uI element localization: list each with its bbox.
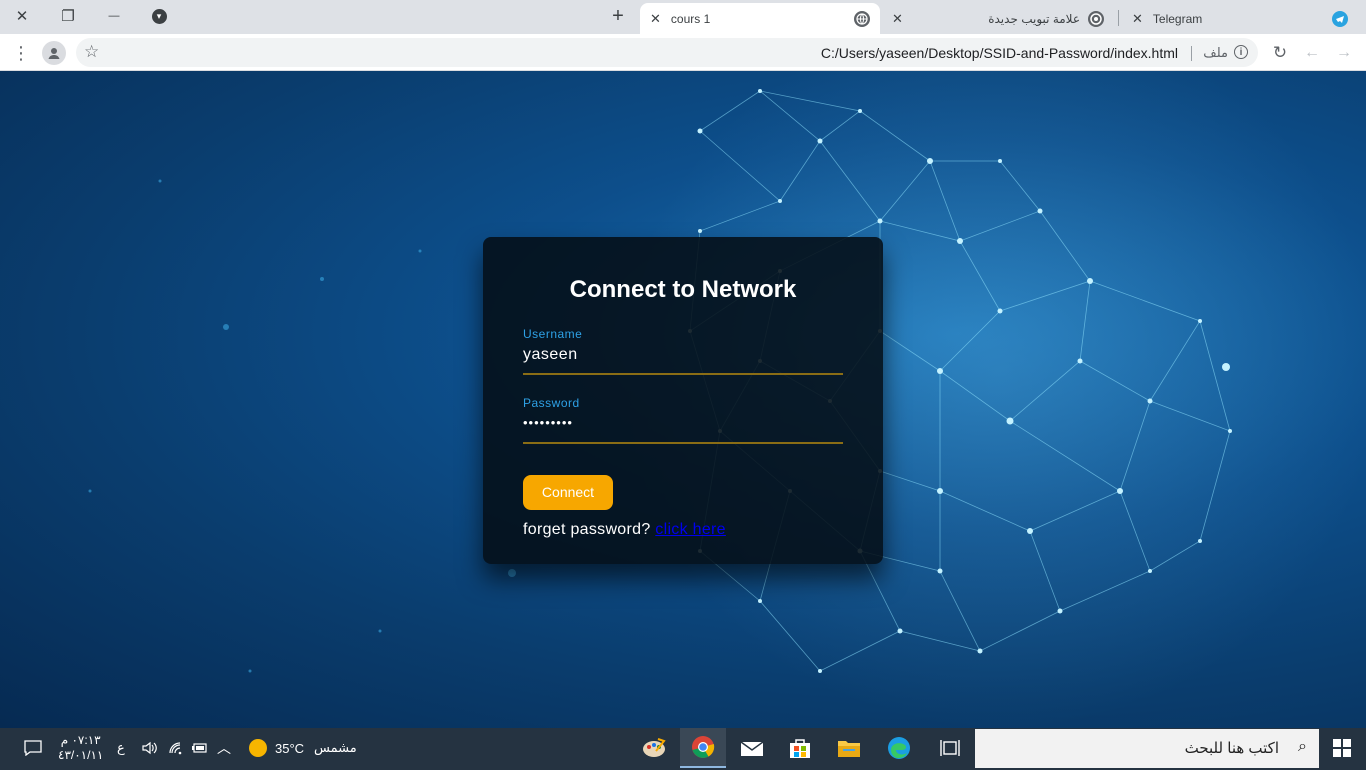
start-button[interactable] [1322, 728, 1362, 768]
more-vert-icon: ⋮ [12, 42, 30, 63]
tab-cours-1[interactable]: ✕ cours 1 [640, 3, 880, 34]
arrow-left-icon: ← [1304, 44, 1320, 61]
battery-icon[interactable] [192, 728, 208, 768]
show-hidden-icons-button[interactable]: ︿ [217, 728, 231, 768]
tab-title: cours 1 [670, 11, 711, 26]
file-scheme-label: ملف [1203, 45, 1228, 60]
plus-icon: + [612, 4, 624, 27]
tab-divider [1118, 10, 1119, 26]
close-icon: ✕ [15, 8, 29, 25]
close-window-button[interactable]: ✕ [8, 3, 36, 29]
weather-temp: 35°C [275, 740, 305, 756]
store-app-icon[interactable] [778, 728, 822, 768]
paint-app-icon[interactable] [632, 728, 676, 768]
url-divider [1191, 46, 1192, 61]
notifications-button[interactable] [14, 728, 52, 768]
sun-icon [249, 739, 267, 757]
chevron-up-icon: ︿ [217, 740, 231, 756]
login-title: Connect to Network [569, 276, 797, 303]
password-label: Password [523, 396, 580, 410]
search-icon: ⌕ [1298, 738, 1307, 755]
tab-title: علامة تبويب جديدة [988, 11, 1080, 26]
browser-toolbar: ⋮ ☆ C:/Users/yaseen/Desktop/SSID-and-Pas… [0, 34, 1366, 71]
file-explorer-icon[interactable] [826, 728, 872, 768]
windows-icon [1333, 739, 1351, 757]
tab-search-icon: ▾ [151, 8, 167, 24]
forgot-password-link[interactable]: click here [655, 521, 726, 538]
forgot-password-text: forget password? [523, 521, 651, 538]
username-field[interactable]: Username yaseen [523, 327, 843, 375]
search-placeholder: اكتب هنا للبحث [1184, 740, 1279, 757]
weather-condition: مشمس [314, 740, 357, 755]
telegram-icon [1332, 10, 1348, 27]
tab-telegram[interactable]: ✕ Telegram [1122, 3, 1358, 34]
password-field[interactable]: Password ••••••••• [523, 396, 843, 444]
close-tab-icon[interactable]: ✕ [650, 11, 661, 27]
arrow-right-icon: → [1336, 44, 1352, 61]
close-tab-icon[interactable]: ✕ [1132, 11, 1143, 27]
weather-widget[interactable]: 35°C مشمس [249, 728, 357, 768]
forgot-password-row: forget password? click here [523, 521, 843, 539]
volume-icon[interactable] [142, 728, 158, 768]
globe-icon [854, 10, 870, 27]
clock-date: ٤٣/٠١/١١ [58, 748, 104, 762]
notification-icon [24, 740, 42, 756]
username-input[interactable]: yaseen [523, 346, 843, 364]
username-label: Username [523, 327, 583, 341]
clock[interactable]: ٠٧:١٣ م ٤٣/٠١/١١ [58, 728, 103, 768]
reload-button[interactable]: ↻ [1267, 40, 1293, 66]
minimize-window-button[interactable]: — [100, 3, 128, 29]
mail-app-icon[interactable] [730, 728, 774, 768]
back-button[interactable]: ← [1299, 40, 1325, 66]
minimize-icon: — [108, 10, 120, 22]
url-text[interactable]: C:/Users/yaseen/Desktop/SSID-and-Passwor… [821, 45, 1178, 61]
tab-strip: ✕ ❐ — ▾ + ✕ cours 1 ✕ علامة تبويب جديدة … [0, 0, 1366, 34]
new-tab-button[interactable]: + [604, 3, 632, 29]
profile-button[interactable] [41, 40, 67, 66]
tab-search-button[interactable]: ▾ [145, 3, 173, 29]
taskbar-search-input[interactable]: اكتب هنا للبحث ⌕ [975, 729, 1319, 768]
tab-title: Telegram [1152, 11, 1203, 26]
login-card: Connect to Network Username yaseen Passw… [483, 237, 883, 564]
bookmark-star-icon[interactable]: ☆ [84, 42, 99, 62]
reload-icon: ↻ [1272, 43, 1288, 62]
info-icon[interactable]: i [1234, 45, 1248, 59]
restore-window-button[interactable]: ❐ [54, 3, 82, 29]
chrome-icon [1088, 10, 1104, 27]
clock-time: ٠٧:١٣ م [60, 733, 101, 747]
forward-button[interactable]: → [1331, 40, 1357, 66]
edge-app-icon[interactable] [876, 728, 922, 768]
language-indicator[interactable]: ع [117, 728, 125, 768]
address-bar[interactable]: ☆ C:/Users/yaseen/Desktop/SSID-and-Passw… [76, 38, 1258, 67]
chrome-taskbar-icon[interactable] [680, 728, 726, 768]
password-input[interactable]: ••••••••• [523, 415, 843, 430]
browser-menu-button[interactable]: ⋮ [8, 40, 34, 66]
avatar-icon [42, 41, 66, 65]
tab-new-tab[interactable]: ✕ علامة تبويب جديدة [882, 3, 1114, 34]
language-label: ع [117, 740, 125, 755]
task-view-icon[interactable] [928, 728, 972, 768]
wifi-icon[interactable] [168, 728, 184, 768]
page-viewport: Connect to Network Username yaseen Passw… [0, 71, 1366, 728]
restore-icon: ❐ [61, 8, 75, 25]
close-tab-icon[interactable]: ✕ [892, 11, 903, 27]
windows-taskbar: ٠٧:١٣ م ٤٣/٠١/١١ ع ︿ 35°C مشمس اكتب هنا … [0, 728, 1366, 770]
connect-button[interactable]: Connect [523, 475, 613, 510]
